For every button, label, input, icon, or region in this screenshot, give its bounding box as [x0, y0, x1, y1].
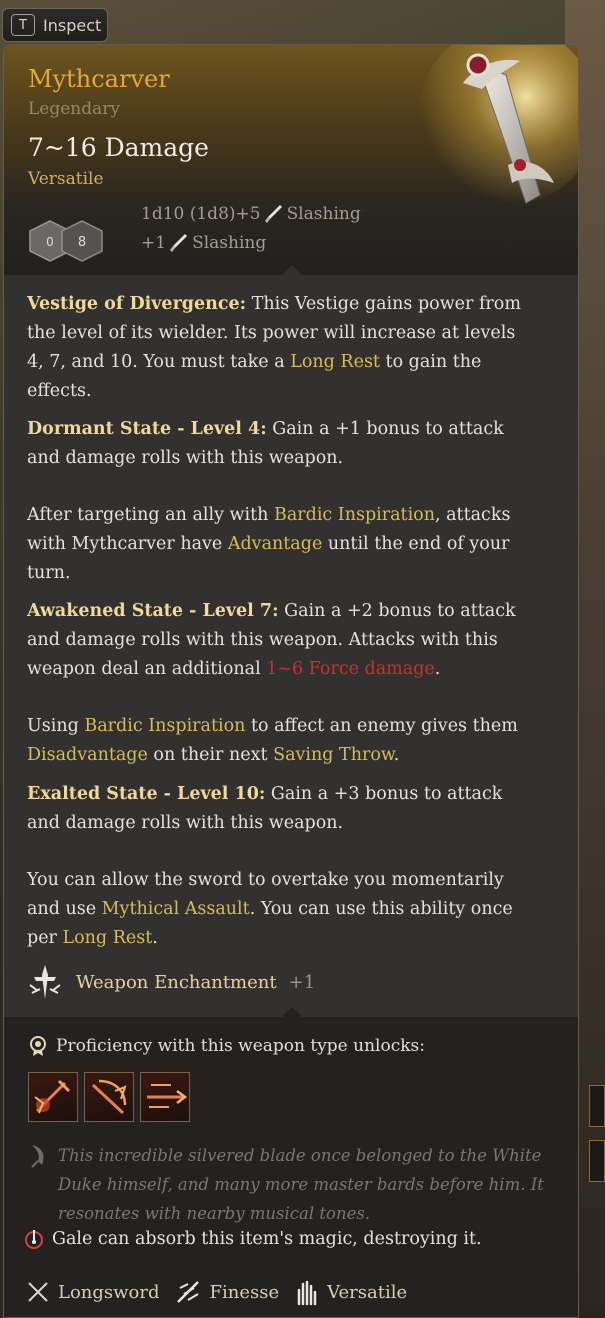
- hotkey-badge: T: [11, 14, 35, 36]
- enchantment-icon: [29, 965, 61, 999]
- tag-label: Versatile: [327, 1281, 408, 1303]
- exalted-effect-paragraph: You can allow the sword to overtake you …: [27, 866, 527, 953]
- saving-throw-link[interactable]: Saving Throw: [273, 745, 394, 765]
- bardic-inspiration-link[interactable]: Bardic Inspiration: [274, 505, 435, 525]
- absorb-text: Gale can absorb this item's magic, destr…: [52, 1229, 482, 1249]
- weapon-enchantment[interactable]: Weapon Enchantment +1: [26, 963, 315, 1001]
- advantage-link[interactable]: Advantage: [228, 534, 322, 554]
- flavor-text: This incredible silvered blade once belo…: [58, 1146, 544, 1223]
- effect-text: on their next: [147, 745, 274, 765]
- proficiency-badge-icon: [30, 1036, 46, 1056]
- effect-text: After targeting an ally with: [27, 505, 274, 525]
- absorb-icon: [25, 1230, 43, 1249]
- proficiency-header: Proficiency with this weapon type unlock…: [28, 1035, 425, 1057]
- force-damage-value: 1~6 Force damage: [266, 659, 435, 679]
- weapon-action-slot[interactable]: [140, 1072, 190, 1122]
- longsword-icon: [28, 1282, 48, 1302]
- absorb-notice: Gale can absorb this item's magic, destr…: [24, 1228, 482, 1250]
- awakened-title: Awakened State - Level 7:: [27, 601, 279, 621]
- versatile-hand-icon: [297, 1280, 317, 1306]
- dice-icon: 0 8: [29, 220, 103, 262]
- exalted-title: Exalted State - Level 10:: [27, 784, 266, 804]
- long-rest-link[interactable]: Long Rest: [290, 352, 380, 372]
- damage-line: 1d10 (1d8)+5 Slashing: [141, 204, 361, 224]
- die-face-d8: 8: [78, 235, 86, 250]
- tag-label: Longsword: [58, 1281, 160, 1303]
- awakened-paragraph: Awakened State - Level 7: Gain a +2 bonu…: [27, 597, 527, 684]
- proficiency-label: Proficiency with this weapon type unlock…: [56, 1036, 425, 1056]
- damage-roll: 1d10 (1d8)+5: [141, 204, 261, 224]
- slashing-icon: [264, 205, 282, 223]
- dormant-effect-paragraph: After targeting an ally with Bardic Insp…: [27, 501, 527, 588]
- tag-longsword[interactable]: Longsword: [26, 1280, 160, 1304]
- effect-text: Using: [27, 716, 85, 736]
- mythical-assault-link[interactable]: Mythical Assault: [102, 899, 250, 919]
- tag-label: Finesse: [209, 1281, 280, 1303]
- weapon-actions: [28, 1072, 190, 1122]
- flavor-block: This incredible silvered blade once belo…: [28, 1141, 558, 1228]
- weapon-action-slot[interactable]: [28, 1072, 78, 1122]
- weapon-action-icon: [34, 1079, 71, 1114]
- quill-icon: [31, 1145, 44, 1168]
- awakened-effect-paragraph: Using Bardic Inspiration to affect an en…: [27, 712, 527, 770]
- damage-roll: +1: [141, 233, 167, 253]
- damage-type: Slashing: [286, 204, 361, 224]
- background-hud-slot: [589, 1140, 605, 1182]
- effect-text: .: [393, 745, 400, 765]
- effect-text: to affect an enemy gives them: [245, 716, 518, 736]
- weapon-action-icon: [91, 1079, 127, 1115]
- die-face-d10: 0: [46, 235, 54, 249]
- dormant-title: Dormant State - Level 4:: [27, 419, 267, 439]
- weapon-action-icon: [147, 1084, 188, 1108]
- item-name: Mythcarver: [28, 65, 170, 93]
- enchantment-value: +1: [288, 971, 316, 993]
- item-damage: 7~16 Damage: [28, 133, 209, 162]
- weapon-action-slot[interactable]: [84, 1072, 134, 1122]
- awakened-text: .: [434, 659, 441, 679]
- dormant-paragraph: Dormant State - Level 4: Gain a +1 bonus…: [27, 415, 527, 473]
- tag-finesse[interactable]: Finesse: [174, 1278, 280, 1306]
- background-hud-slot: [589, 1085, 605, 1127]
- disadvantage-link[interactable]: Disadvantage: [27, 745, 148, 765]
- vestige-paragraph: Vestige of Divergence: This Vestige gain…: [27, 290, 527, 406]
- inspect-label: Inspect: [43, 15, 102, 35]
- sword-item-icon: [418, 45, 578, 205]
- exalted-paragraph: Exalted State - Level 10: Gain a +3 bonu…: [27, 780, 527, 838]
- item-rarity: Legendary: [28, 99, 120, 119]
- tag-versatile[interactable]: Versatile: [293, 1278, 407, 1306]
- damage-type: Slashing: [192, 233, 267, 253]
- item-tooltip: Mythcarver Legendary 7~16 Damage Versati…: [3, 44, 579, 1318]
- damage-line: +1 Slashing: [141, 233, 266, 253]
- inspect-button[interactable]: T Inspect: [2, 8, 108, 42]
- bardic-inspiration-link[interactable]: Bardic Inspiration: [84, 716, 245, 736]
- effect-text: .: [152, 928, 158, 948]
- item-property-link[interactable]: Versatile: [28, 169, 104, 189]
- slashing-icon: [170, 234, 188, 252]
- enchantment-label: Weapon Enchantment: [76, 971, 277, 993]
- finesse-icon: [176, 1281, 199, 1303]
- long-rest-link[interactable]: Long Rest: [63, 928, 153, 948]
- weapon-tags: Longsword Finesse Versatile: [26, 1278, 407, 1306]
- vestige-title: Vestige of Divergence:: [27, 294, 247, 314]
